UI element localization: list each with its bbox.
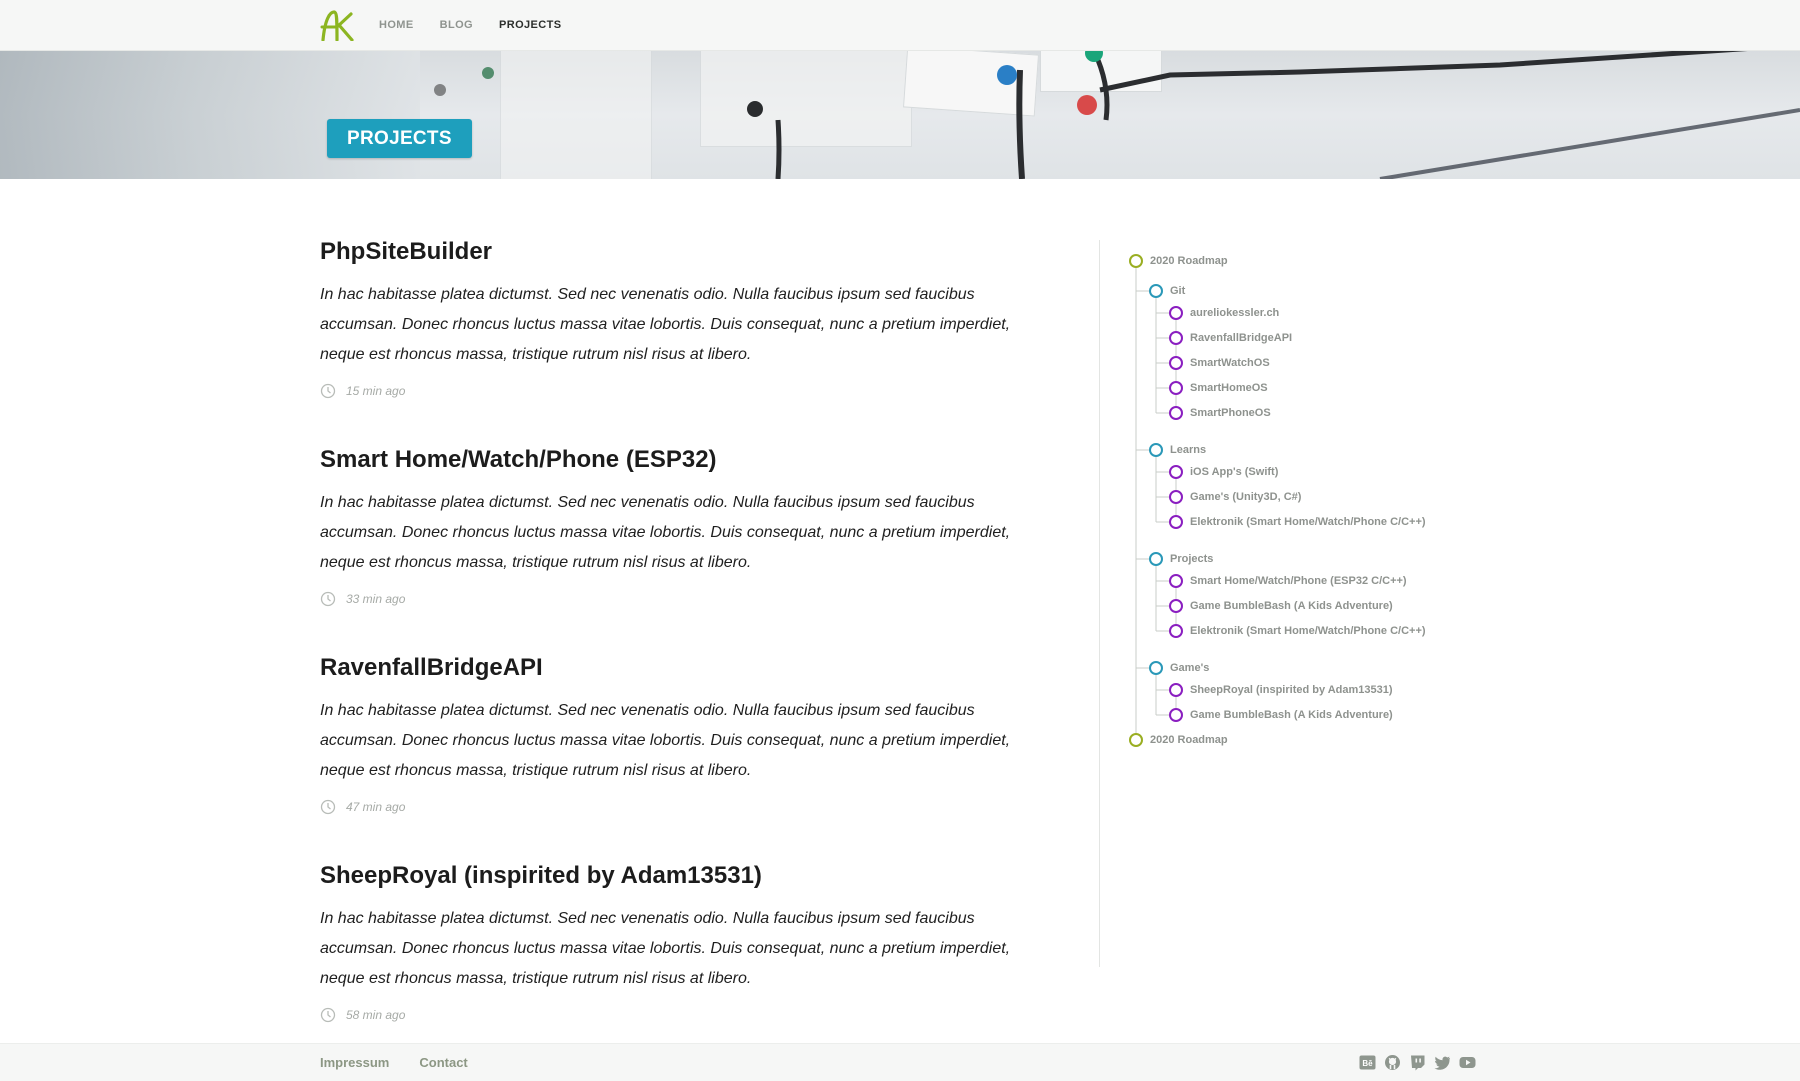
footer-links: Impressum Contact [320, 1044, 498, 1081]
post-meta: 33 min ago [320, 590, 1040, 608]
timeline-item-label[interactable]: Game's (Unity3D, C#) [1190, 490, 1301, 504]
svg-text:Bē: Bē [1362, 1059, 1373, 1068]
timeline-root-label[interactable]: 2020 Roadmap [1150, 733, 1228, 747]
timeline-item-label[interactable]: iOS App's (Swift) [1190, 465, 1278, 479]
clock-icon [320, 799, 336, 815]
clock-icon [320, 591, 336, 607]
post-card: RavenfallBridgeAPI In hac habitasse plat… [320, 654, 1040, 862]
post-meta: 15 min ago [320, 382, 1040, 400]
post-title[interactable]: PhpSiteBuilder [320, 238, 1040, 266]
timeline-item-label[interactable]: SmartPhoneOS [1190, 406, 1271, 420]
timeline-item-label[interactable]: Elektronik (Smart Home/Watch/Phone C/C++… [1190, 515, 1426, 529]
post-excerpt: In hac habitasse platea dictumst. Sed ne… [320, 910, 1011, 987]
timeline-item-node[interactable] [1169, 574, 1183, 588]
twitter-icon[interactable] [1434, 1054, 1451, 1071]
timeline-item-node[interactable] [1169, 708, 1183, 722]
timeline-item-node[interactable] [1169, 381, 1183, 395]
main-nav: HOME BLOG PROJECTS [379, 0, 588, 50]
top-navbar: HOME BLOG PROJECTS [0, 0, 1800, 51]
timeline-root-node[interactable] [1129, 254, 1143, 268]
hero-title-badge: PROJECTS [327, 119, 472, 158]
timeline-item-node[interactable] [1169, 490, 1183, 504]
post-title[interactable]: RavenfallBridgeAPI [320, 654, 1040, 682]
timeline-item-node[interactable] [1169, 406, 1183, 420]
timeline-item-node[interactable] [1169, 356, 1183, 370]
post-title[interactable]: SheepRoyal (inspirited by Adam13531) [320, 862, 1040, 890]
timeline-item-node[interactable] [1169, 515, 1183, 529]
timeline-group-label[interactable]: Git [1170, 284, 1185, 298]
timeline-item-node[interactable] [1169, 306, 1183, 320]
timeline-item-label[interactable]: Game BumbleBash (A Kids Adventure) [1190, 599, 1393, 613]
timeline-item-node[interactable] [1169, 599, 1183, 613]
nav-home-link[interactable]: HOME [379, 19, 414, 31]
clock-icon [320, 383, 336, 399]
hero-banner: PROJECTS [0, 50, 1800, 179]
post-time: 47 min ago [346, 800, 406, 814]
timeline-item-label[interactable]: aureliokessler.ch [1190, 306, 1279, 320]
timeline-group-node[interactable] [1149, 443, 1163, 457]
github-icon[interactable] [1384, 1054, 1401, 1071]
timeline-root-node[interactable] [1129, 733, 1143, 747]
timeline-group-label[interactable]: Learns [1170, 443, 1206, 457]
timeline-item-label[interactable]: Smart Home/Watch/Phone (ESP32 C/C++) [1190, 574, 1407, 588]
logo-icon[interactable] [320, 9, 354, 41]
footer-impressum-link[interactable]: Impressum [320, 1055, 389, 1070]
timeline-item-node[interactable] [1169, 331, 1183, 345]
post-card: SheepRoyal (inspirited by Adam13531) In … [320, 862, 1040, 1070]
post-meta: 47 min ago [320, 798, 1040, 816]
post-title[interactable]: Smart Home/Watch/Phone (ESP32) [320, 446, 1040, 474]
timeline-item-label[interactable]: SheepRoyal (inspirited by Adam13531) [1190, 683, 1393, 697]
post-time: 33 min ago [346, 592, 406, 606]
twitch-icon[interactable] [1409, 1054, 1426, 1071]
timeline-item-label[interactable]: SmartWatchOS [1190, 356, 1270, 370]
timeline-item-node[interactable] [1169, 683, 1183, 697]
page-footer: Impressum Contact Bē [0, 1043, 1800, 1081]
timeline-group-label[interactable]: Projects [1170, 552, 1213, 566]
post-card: PhpSiteBuilder In hac habitasse platea d… [320, 238, 1040, 446]
post-excerpt: In hac habitasse platea dictumst. Sed ne… [320, 286, 1011, 363]
timeline-item-label[interactable]: Game BumbleBash (A Kids Adventure) [1190, 708, 1393, 722]
post-time: 58 min ago [346, 1008, 406, 1022]
youtube-icon[interactable] [1459, 1054, 1476, 1071]
post-excerpt: In hac habitasse platea dictumst. Sed ne… [320, 494, 1011, 571]
timeline-group-node[interactable] [1149, 552, 1163, 566]
post-time: 15 min ago [346, 384, 406, 398]
nav-blog-link[interactable]: BLOG [440, 19, 473, 31]
nav-projects-link[interactable]: PROJECTS [499, 19, 562, 31]
project-post-list: PhpSiteBuilder In hac habitasse platea d… [320, 238, 1040, 1070]
timeline-item-node[interactable] [1169, 624, 1183, 638]
footer-contact-link[interactable]: Contact [419, 1055, 467, 1070]
post-card: Smart Home/Watch/Phone (ESP32) In hac ha… [320, 446, 1040, 654]
behance-icon[interactable]: Bē [1359, 1054, 1376, 1071]
hero-pins-decoration [434, 50, 1800, 179]
post-meta: 58 min ago [320, 1006, 1040, 1024]
timeline-root-label[interactable]: 2020 Roadmap [1150, 254, 1228, 268]
timeline-group-node[interactable] [1149, 661, 1163, 675]
timeline-group-node[interactable] [1149, 284, 1163, 298]
roadmap-timeline: 2020 Roadmap Git aureliokessler.ch Ravenfal… [1100, 240, 1500, 760]
timeline-item-label[interactable]: Elektronik (Smart Home/Watch/Phone C/C++… [1190, 624, 1426, 638]
timeline-item-node[interactable] [1169, 465, 1183, 479]
post-excerpt: In hac habitasse platea dictumst. Sed ne… [320, 702, 1011, 779]
timeline-item-label[interactable]: SmartHomeOS [1190, 381, 1268, 395]
social-links: Bē [1359, 1054, 1484, 1071]
timeline-group-label[interactable]: Game's [1170, 661, 1209, 675]
clock-icon [320, 1007, 336, 1023]
timeline-item-label[interactable]: RavenfallBridgeAPI [1190, 331, 1292, 345]
